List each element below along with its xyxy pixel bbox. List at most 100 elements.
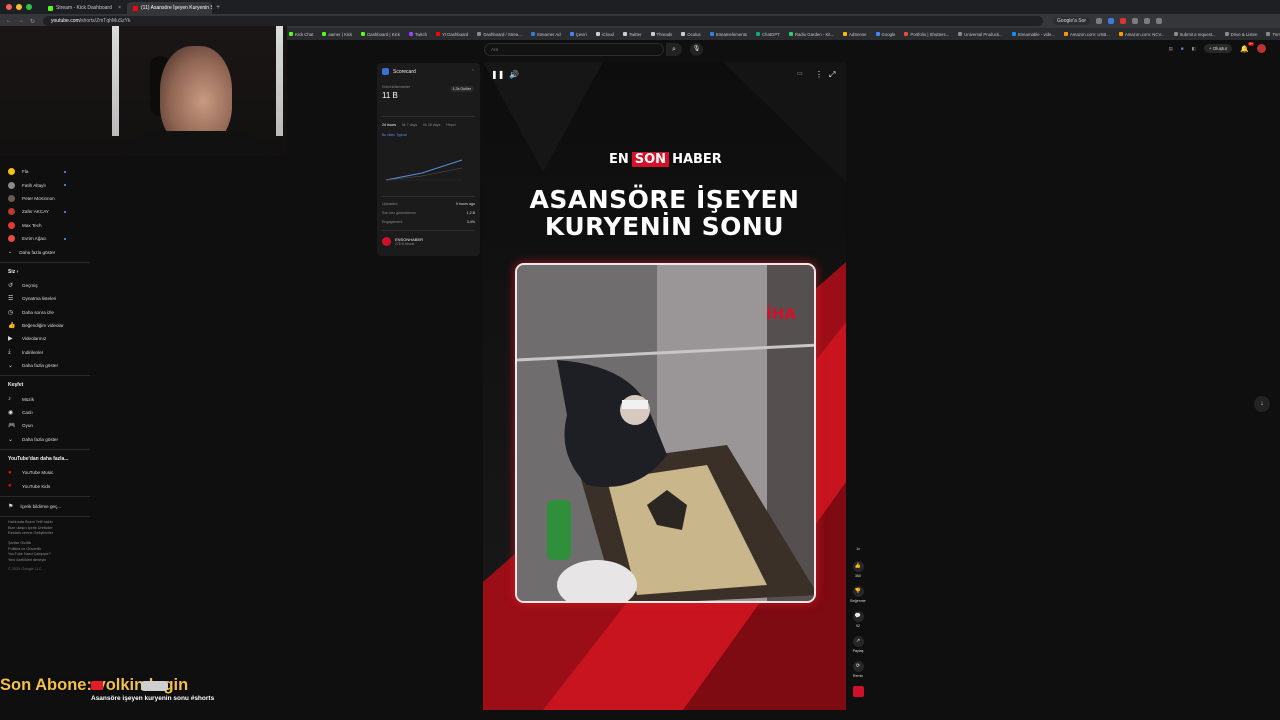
share-icon[interactable]: ↗ [852, 636, 864, 647]
bookmark-item[interactable]: AdSense [843, 32, 867, 37]
sidebar-item[interactable]: ◉ Canlı [0, 406, 90, 419]
bookmark-item[interactable]: Streamer Ad [530, 32, 561, 37]
bookmark-item[interactable]: Kick Chat [289, 32, 313, 37]
sidebar-item[interactable]: ● YouTube Music [0, 466, 90, 479]
bookmark-item[interactable]: Streamelements [709, 32, 747, 37]
extensions-puzzle-icon[interactable] [1132, 18, 1139, 24]
sidebar-item[interactable]: 👍 Beğendiğim videolar [0, 319, 90, 332]
like-icon[interactable]: 👍 [852, 561, 864, 572]
footer-link[interactable]: Reklam verme Geliştiriciler [8, 531, 90, 537]
captions-icon[interactable]: ▭ [797, 70, 803, 77]
close-tab-icon[interactable]: × [118, 2, 121, 14]
profile-icon[interactable] [1144, 18, 1151, 24]
search-input[interactable]: Ara [484, 43, 664, 56]
extension-icon[interactable] [1108, 18, 1115, 24]
sidebar-item[interactable]: ⤓ İndirilenler [0, 346, 90, 359]
scorecard-tab[interactable]: 24 hours [382, 123, 396, 127]
pause-icon[interactable]: ❚❚ [491, 70, 504, 79]
scorecard-tab[interactable]: Hepsi [446, 123, 455, 127]
bookmark-item[interactable]: Amazon.com: NCV... [1118, 32, 1165, 37]
channel-avatar [8, 221, 15, 229]
bookmark-item[interactable]: Drive & Listen [1224, 32, 1257, 37]
forward-icon[interactable]: → [18, 18, 24, 24]
comment-icon[interactable]: 💬 [852, 611, 864, 622]
bookmark-item[interactable]: Radio Garden - Kit... [788, 32, 834, 37]
back-icon[interactable]: ← [6, 18, 12, 24]
browser-tab-kick[interactable]: Stream - Kick Dashboard × [42, 2, 127, 14]
fullscreen-icon[interactable]: ⤢ [829, 70, 835, 80]
star-icon[interactable] [1096, 18, 1103, 24]
subscription-item[interactable]: Fatih Altaylı [0, 178, 90, 191]
bookmark-item[interactable]: Portfolio | Shutters... [904, 32, 949, 37]
bookmark-item[interactable]: Tüm Yer İşaretleri [1266, 32, 1280, 37]
search-icon[interactable]: ⌕ [666, 43, 682, 56]
explore-items: ♪ Müzik ◉ Canlı 🎮 Oyun ⌄ Daha fazla göster [0, 392, 90, 446]
bookmark-item[interactable]: Dashboard / Strea... [477, 32, 522, 37]
bookmark-item[interactable]: Twitch [408, 32, 427, 37]
new-tab-icon[interactable]: + [216, 4, 220, 11]
sidebar-item[interactable]: ⌄ Daha fazla göster [0, 359, 90, 372]
sidebar-item[interactable]: ▶ Videolarınız [0, 332, 90, 345]
scorecard-tab[interactable]: İlk 28 days [423, 123, 440, 127]
sidebar-item[interactable]: ⌄ Daha fazla göster [0, 433, 90, 446]
shorts-video-player[interactable]: ❚❚ 🔊 ▭ ⋮ ⤢ EN SON HABER ASANSÖRE İŞEYEN … [483, 62, 846, 710]
create-button[interactable]: + Oluştur [1203, 44, 1233, 53]
bookmark-item[interactable]: Çeviri [569, 32, 587, 37]
sidebar-item[interactable]: 🎮 Oyun [0, 419, 90, 432]
avatar[interactable] [1257, 44, 1266, 53]
sidebar-item[interactable]: ● YouTube Kids [0, 479, 90, 492]
video-headline: ASANSÖRE İŞEYEN KURYENİN SONU [483, 186, 846, 240]
bookmark-item[interactable]: Google [875, 32, 895, 37]
sidebar-item[interactable]: ☰ Oynatma listeleri [0, 292, 90, 305]
subscription-item[interactable]: Zafer AKCAY [0, 205, 90, 218]
subscription-item[interactable]: Evrim Ağacı [0, 232, 90, 245]
remix-icon[interactable]: ⟳ [852, 661, 864, 672]
subs-show-more[interactable]: ⌄ Daha fazla göster [0, 245, 90, 258]
bookmark-item[interactable]: Submit a request... [1173, 32, 1216, 37]
scorecard-stats-icon[interactable]: ▤ [1169, 46, 1173, 52]
google-ask-chip[interactable]: Google'a Sor [1053, 17, 1091, 25]
reload-icon[interactable]: ↻ [30, 18, 35, 25]
collapse-icon[interactable]: ⌃ [471, 69, 475, 75]
bookmark-item[interactable]: Twitter [622, 32, 642, 37]
bookmark-item[interactable]: ChatGPT [755, 32, 780, 37]
bookmark-item[interactable]: Universal Producti... [958, 32, 1003, 37]
footer-link[interactable]: Yeni özellikleri deneyin [8, 558, 90, 564]
close-window-button[interactable] [6, 4, 12, 10]
channel-row[interactable]: ENSONHABER 276 B Abone [382, 237, 475, 246]
sidebar-item[interactable]: ◷ Daha sonra izle [0, 306, 90, 319]
you-section-header[interactable]: Siz › [0, 266, 90, 279]
subscription-item[interactable]: Max Tech [0, 219, 90, 232]
sidebar-item[interactable]: ↺ Geçmiş [0, 279, 90, 292]
bookmark-item[interactable]: Oculus [681, 32, 701, 37]
bookmark-item[interactable]: Yt Dashboard [436, 32, 468, 37]
action-label: 92 [856, 624, 860, 628]
scorecard-tab[interactable]: İlk 7 days [402, 123, 417, 127]
bookmark-item[interactable]: Dashboard | Kick [361, 32, 400, 37]
menu-icon[interactable] [1156, 18, 1163, 24]
browser-tab-youtube[interactable]: (11) Asansöre İşeyen Kuryenin Sonu × [127, 2, 212, 14]
bookmark-item[interactable]: Amazon.com: USB... [1063, 32, 1110, 37]
bookmark-item[interactable]: aamer | Kick [322, 32, 352, 37]
minimize-window-button[interactable] [16, 4, 22, 10]
history-icon: ↺ [8, 282, 14, 289]
extension-icon[interactable]: ◧ [1192, 46, 1196, 52]
subscription-item[interactable]: Peter McKinnon [0, 192, 90, 205]
subscription-item[interactable]: Fla [0, 165, 90, 178]
next-short-button[interactable]: ↓ [1254, 396, 1270, 412]
sidebar-item[interactable]: ♪ Müzik [0, 392, 90, 405]
report-history-item[interactable]: ⚑ İçerik bildirme geç... [0, 500, 90, 513]
channel-thumb[interactable] [852, 686, 864, 697]
bell-icon[interactable]: 🔔 9+ [1240, 41, 1254, 53]
dislike-icon[interactable]: 👎 [852, 586, 864, 597]
extension-icon[interactable] [1120, 18, 1127, 24]
url-field[interactable]: youtube.com/shorts/ZmTqhMuSzYk [43, 16, 1044, 26]
volume-icon[interactable]: 🔊 [509, 70, 519, 79]
bookmark-item[interactable]: Threads [650, 32, 672, 37]
more-options-icon[interactable]: ⋮ [815, 70, 823, 79]
microphone-icon[interactable]: 🎙 [690, 43, 703, 56]
extension-icon[interactable]: ■ [1181, 46, 1184, 51]
bookmark-item[interactable]: iCloud [595, 32, 614, 37]
bookmark-item[interactable]: Streamable - vide... [1011, 32, 1055, 37]
maximize-window-button[interactable] [26, 4, 32, 10]
